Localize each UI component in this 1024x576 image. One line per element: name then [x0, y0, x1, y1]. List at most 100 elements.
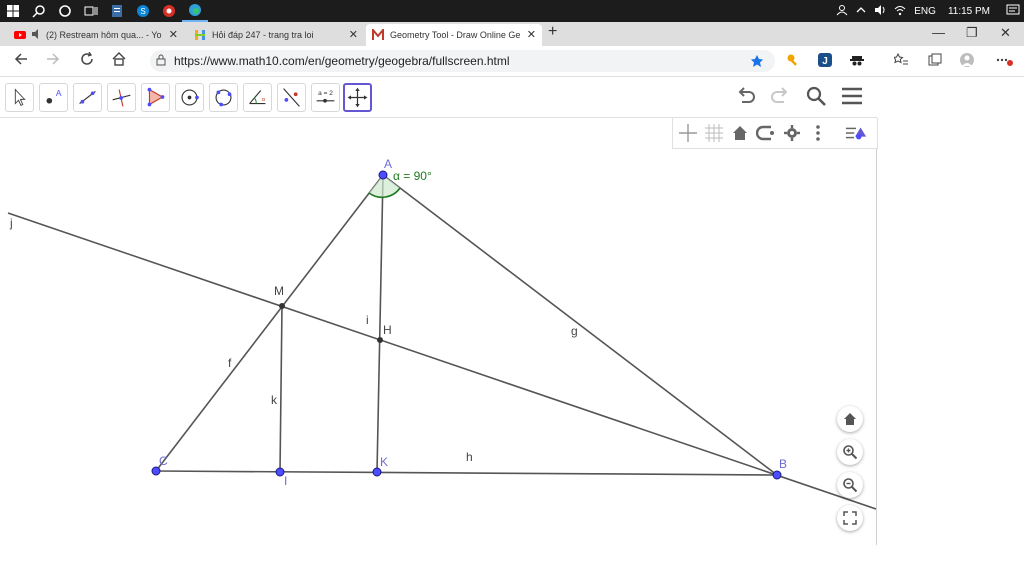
app-icon-skype[interactable]: S [130, 0, 156, 22]
label-point-A: A [384, 157, 392, 171]
point-A[interactable] [378, 170, 388, 180]
clock[interactable]: 11:15 PM [948, 6, 990, 17]
minimize-icon[interactable]: — [932, 25, 945, 40]
fullscreen-button[interactable] [837, 505, 863, 531]
point-B[interactable] [772, 470, 782, 480]
tab-restream[interactable]: (2) Restream hôm qua... - Yo ✕ [8, 24, 184, 46]
back-arrow-icon[interactable] [14, 52, 28, 69]
segment-f[interactable] [155, 174, 384, 472]
move-tool-button[interactable] [5, 83, 34, 112]
search-icon[interactable] [804, 84, 828, 108]
app-icon-browser-red[interactable] [156, 0, 182, 22]
favorites-list-icon[interactable] [892, 52, 908, 67]
restore-icon[interactable]: ❐ [966, 25, 978, 41]
language-indicator[interactable]: ENG [914, 6, 936, 17]
point-I[interactable] [275, 467, 285, 477]
home-icon[interactable] [112, 52, 126, 69]
close-tab-icon[interactable]: ✕ [349, 28, 358, 41]
more-options-icon[interactable] [996, 53, 1013, 67]
redo-icon[interactable] [768, 84, 792, 108]
line-tool-button[interactable] [73, 83, 102, 112]
settings-gear-icon[interactable] [781, 122, 803, 144]
move-graphics-view-tool-button[interactable] [343, 83, 372, 112]
graphics-style-bar [672, 118, 878, 149]
search-icon[interactable] [26, 0, 52, 22]
volume-icon[interactable] [874, 4, 886, 19]
windows-taskbar: S ENG 11:15 PM [0, 0, 1024, 22]
point-C[interactable] [151, 466, 161, 476]
show-axes-icon[interactable] [677, 122, 699, 144]
point-M[interactable] [279, 303, 285, 309]
slider-tool-button[interactable]: a = 2 [311, 83, 340, 112]
label-line-f: f [228, 356, 232, 370]
zoom-out-button[interactable] [837, 472, 863, 498]
extension-key-icon[interactable] [786, 53, 800, 67]
perpendicular-line-tool-button[interactable] [107, 83, 136, 112]
label-point-M: M [274, 284, 284, 298]
circle-three-points-tool-button[interactable] [209, 83, 238, 112]
app-icon-notes[interactable] [104, 0, 130, 22]
segment-h[interactable] [155, 470, 778, 476]
circle-center-point-tool-button[interactable] [175, 83, 204, 112]
geometry-canvas[interactable]: A M H C I K B j f i g k h α = 90° [0, 118, 876, 545]
toggle-style-bar-icon[interactable] [845, 122, 867, 144]
math10-logo-icon [372, 27, 384, 41]
notification-icon[interactable] [1006, 4, 1020, 19]
extension-spy-icon[interactable] [850, 53, 864, 67]
label-line-j: j [9, 216, 13, 230]
undo-icon[interactable] [734, 84, 758, 108]
extension-j-icon[interactable]: J [818, 53, 832, 67]
line-j[interactable] [7, 212, 876, 510]
tab-geometry-tool[interactable]: Geometry Tool - Draw Online Ge ✕ [366, 24, 542, 46]
segment-g[interactable] [382, 174, 778, 476]
wifi-icon[interactable] [894, 4, 906, 19]
forward-arrow-icon[interactable] [46, 52, 60, 69]
chevron-up-icon[interactable] [856, 5, 866, 18]
zoom-in-button[interactable] [837, 439, 863, 465]
task-view-icon[interactable] [78, 0, 104, 22]
collections-icon[interactable] [928, 53, 942, 67]
segment-k[interactable] [279, 305, 283, 473]
url-field[interactable]: https://www.math10.com/en/geometry/geoge… [150, 50, 775, 72]
favorite-star-icon[interactable] [750, 54, 764, 68]
close-tab-icon[interactable]: ✕ [527, 28, 536, 41]
app-icon-edge[interactable] [182, 0, 208, 22]
main-menu-icon[interactable] [840, 84, 864, 108]
show-grid-icon[interactable] [703, 122, 725, 144]
cortana-icon[interactable] [52, 0, 78, 22]
reload-icon[interactable] [80, 51, 94, 69]
point-tool-button[interactable]: A [39, 83, 68, 112]
page-bottom-blank [0, 545, 1024, 576]
people-icon[interactable] [836, 4, 848, 19]
label-angle-alpha: α = 90° [393, 169, 432, 183]
vertical-more-icon[interactable] [807, 122, 829, 144]
svg-text:J: J [822, 56, 828, 67]
reflect-tool-button[interactable] [277, 83, 306, 112]
new-tab-icon[interactable]: + [548, 23, 557, 41]
label-line-h: h [466, 450, 473, 464]
standard-view-home-icon[interactable] [729, 122, 751, 144]
windows-start-icon[interactable] [0, 0, 26, 22]
point-H[interactable] [377, 337, 383, 343]
svg-text:S: S [140, 7, 145, 16]
point-K[interactable] [372, 467, 382, 477]
tab-label: Hỏi đáp 247 - trang tra loi [212, 30, 314, 40]
label-line-i: i [366, 313, 369, 327]
slider-tool-text: a = 2 [318, 90, 333, 97]
youtube-icon [14, 29, 26, 41]
close-window-icon[interactable]: ✕ [1000, 25, 1011, 41]
browser-address-bar: https://www.math10.com/en/geometry/geoge… [0, 46, 1024, 77]
home-view-button[interactable] [837, 406, 863, 432]
hoidap-logo-icon [194, 29, 206, 41]
angle-tool-button[interactable]: α [243, 83, 272, 112]
point-capturing-icon[interactable] [755, 122, 777, 144]
label-point-K: K [380, 455, 388, 469]
label-point-B: B [779, 457, 787, 471]
tab-hoidap[interactable]: Hỏi đáp 247 - trang tra loi ✕ [188, 24, 364, 46]
label-point-C: C [159, 454, 168, 468]
polygon-tool-button[interactable] [141, 83, 170, 112]
close-tab-icon[interactable]: ✕ [169, 28, 178, 41]
profile-avatar-icon[interactable] [960, 53, 974, 67]
geogebra-toolbar: A α a = 2 [0, 77, 876, 117]
graphics-view[interactable]: A M H C I K B j f i g k h α = 90° [0, 117, 877, 545]
